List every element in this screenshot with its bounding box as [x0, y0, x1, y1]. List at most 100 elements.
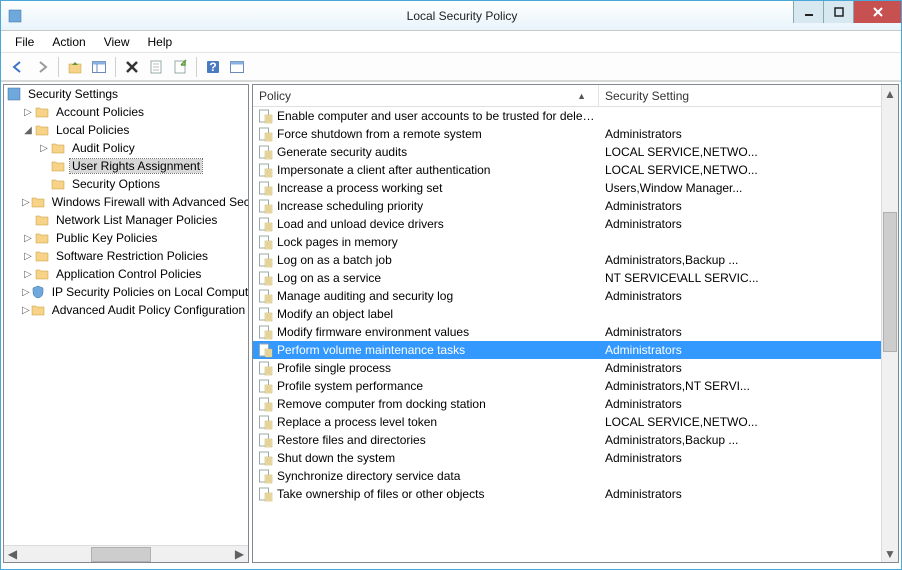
- menu-view[interactable]: View: [96, 33, 138, 51]
- policy-row[interactable]: Increase scheduling priorityAdministrato…: [253, 197, 881, 215]
- toolbar-separator: [196, 57, 197, 77]
- window-title: Local Security Policy: [23, 9, 901, 23]
- policy-row[interactable]: Generate security auditsLOCAL SERVICE,NE…: [253, 143, 881, 161]
- properties-button[interactable]: [145, 56, 167, 78]
- tree-horizontal-scrollbar[interactable]: ◀ ▶: [4, 545, 248, 562]
- delete-button[interactable]: [121, 56, 143, 78]
- tree-item[interactable]: ▷Audit Policy: [4, 139, 248, 157]
- expander-icon[interactable]: ▷: [22, 233, 34, 244]
- policy-name: Modify an object label: [277, 307, 599, 321]
- maximize-button[interactable]: [823, 1, 853, 23]
- tree-item[interactable]: User Rights Assignment: [4, 157, 248, 175]
- tree-item[interactable]: ▷Application Control Policies: [4, 265, 248, 283]
- expander-icon[interactable]: ▷: [22, 197, 30, 208]
- tree-item-label: User Rights Assignment: [70, 159, 202, 173]
- menu-action[interactable]: Action: [44, 33, 93, 51]
- toolbar-separator: [58, 57, 59, 77]
- forward-button[interactable]: [31, 56, 53, 78]
- export-button[interactable]: [169, 56, 191, 78]
- policy-row[interactable]: Log on as a batch jobAdministrators,Back…: [253, 251, 881, 269]
- policy-row[interactable]: Increase a process working setUsers,Wind…: [253, 179, 881, 197]
- policy-icon: [257, 450, 273, 466]
- scroll-up-icon[interactable]: ▲: [882, 85, 898, 102]
- folder-icon: [30, 302, 46, 318]
- policy-row[interactable]: Manage auditing and security logAdminist…: [253, 287, 881, 305]
- menu-help[interactable]: Help: [140, 33, 181, 51]
- policy-row[interactable]: Modify an object label: [253, 305, 881, 323]
- expander-icon[interactable]: ◢: [22, 125, 34, 136]
- policy-row[interactable]: Force shutdown from a remote systemAdmin…: [253, 125, 881, 143]
- tree-item[interactable]: ▷Account Policies: [4, 103, 248, 121]
- expander-icon[interactable]: ▷: [22, 251, 34, 262]
- expander-icon[interactable]: ▷: [22, 107, 34, 118]
- toolbar-separator: [115, 57, 116, 77]
- minimize-button[interactable]: [793, 1, 823, 23]
- policy-name: Take ownership of files or other objects: [277, 487, 599, 501]
- scroll-thumb[interactable]: [883, 212, 897, 352]
- policy-setting: Administrators: [599, 127, 881, 141]
- policy-row[interactable]: Enable computer and user accounts to be …: [253, 107, 881, 125]
- policy-row[interactable]: Impersonate a client after authenticatio…: [253, 161, 881, 179]
- policy-setting: NT SERVICE\ALL SERVIC...: [599, 271, 881, 285]
- svg-text:?: ?: [209, 60, 216, 74]
- tree-item-label: Security Options: [70, 177, 162, 191]
- column-header-security-setting[interactable]: Security Setting: [599, 85, 898, 106]
- policy-row[interactable]: Restore files and directoriesAdministrat…: [253, 431, 881, 449]
- tree-item[interactable]: ▷IP Security Policies on Local Compute: [4, 283, 248, 301]
- policy-row[interactable]: Shut down the systemAdministrators: [253, 449, 881, 467]
- expander-icon[interactable]: ▷: [22, 269, 34, 280]
- policy-name: Perform volume maintenance tasks: [277, 343, 599, 357]
- policy-icon: [257, 468, 273, 484]
- close-button[interactable]: [853, 1, 901, 23]
- show-hide-tree-button[interactable]: [88, 56, 110, 78]
- policy-icon: [257, 180, 273, 196]
- policy-row[interactable]: Remove computer from docking stationAdmi…: [253, 395, 881, 413]
- refresh-button[interactable]: [226, 56, 248, 78]
- tree-item[interactable]: Security Options: [4, 175, 248, 193]
- tree-body[interactable]: Security Settings ▷Account Policies◢Loca…: [4, 85, 248, 545]
- policy-setting: Administrators: [599, 451, 881, 465]
- policy-row[interactable]: Take ownership of files or other objects…: [253, 485, 881, 503]
- policy-row[interactable]: Profile system performanceAdministrators…: [253, 377, 881, 395]
- expander-icon[interactable]: ▷: [38, 143, 50, 154]
- tree-item[interactable]: Network List Manager Policies: [4, 211, 248, 229]
- policy-row[interactable]: Modify firmware environment valuesAdmini…: [253, 323, 881, 341]
- tree-item[interactable]: ▷Advanced Audit Policy Configuration: [4, 301, 248, 319]
- scroll-thumb[interactable]: [91, 547, 151, 562]
- expander-icon[interactable]: ▷: [22, 287, 30, 298]
- policy-icon: [257, 414, 273, 430]
- folder-icon: [34, 212, 50, 228]
- menu-file[interactable]: File: [7, 33, 42, 51]
- scroll-left-icon[interactable]: ◀: [4, 546, 21, 563]
- scroll-right-icon[interactable]: ▶: [231, 546, 248, 563]
- policy-row[interactable]: Perform volume maintenance tasksAdminist…: [253, 341, 881, 359]
- policy-setting: Administrators: [599, 199, 881, 213]
- policy-row[interactable]: Lock pages in memory: [253, 233, 881, 251]
- policy-row[interactable]: Profile single processAdministrators: [253, 359, 881, 377]
- back-button[interactable]: [7, 56, 29, 78]
- policy-setting: Administrators: [599, 487, 881, 501]
- tree-item-label: Network List Manager Policies: [54, 213, 219, 227]
- sort-ascending-icon: ▲: [577, 91, 586, 101]
- column-header-policy[interactable]: Policy ▲: [253, 85, 599, 106]
- policy-row[interactable]: Synchronize directory service data: [253, 467, 881, 485]
- policy-setting: Administrators,Backup ...: [599, 433, 881, 447]
- expander-icon[interactable]: ▷: [22, 305, 30, 316]
- tree-item[interactable]: ◢Local Policies: [4, 121, 248, 139]
- tree-item[interactable]: ▷Public Key Policies: [4, 229, 248, 247]
- folder-icon: [50, 176, 66, 192]
- tree-root[interactable]: Security Settings: [4, 85, 248, 103]
- policy-setting: Administrators: [599, 361, 881, 375]
- policy-row[interactable]: Replace a process level tokenLOCAL SERVI…: [253, 413, 881, 431]
- tree-item[interactable]: ▷Software Restriction Policies: [4, 247, 248, 265]
- up-button[interactable]: [64, 56, 86, 78]
- list-vertical-scrollbar[interactable]: ▲ ▼: [881, 85, 898, 562]
- scroll-down-icon[interactable]: ▼: [882, 545, 898, 562]
- list-body[interactable]: Enable computer and user accounts to be …: [253, 107, 881, 562]
- policy-row[interactable]: Log on as a serviceNT SERVICE\ALL SERVIC…: [253, 269, 881, 287]
- policy-row[interactable]: Load and unload device driversAdministra…: [253, 215, 881, 233]
- folder-icon: [30, 194, 46, 210]
- tree-item[interactable]: ▷Windows Firewall with Advanced Secu: [4, 193, 248, 211]
- policy-setting: Administrators,NT SERVI...: [599, 379, 881, 393]
- help-button[interactable]: ?: [202, 56, 224, 78]
